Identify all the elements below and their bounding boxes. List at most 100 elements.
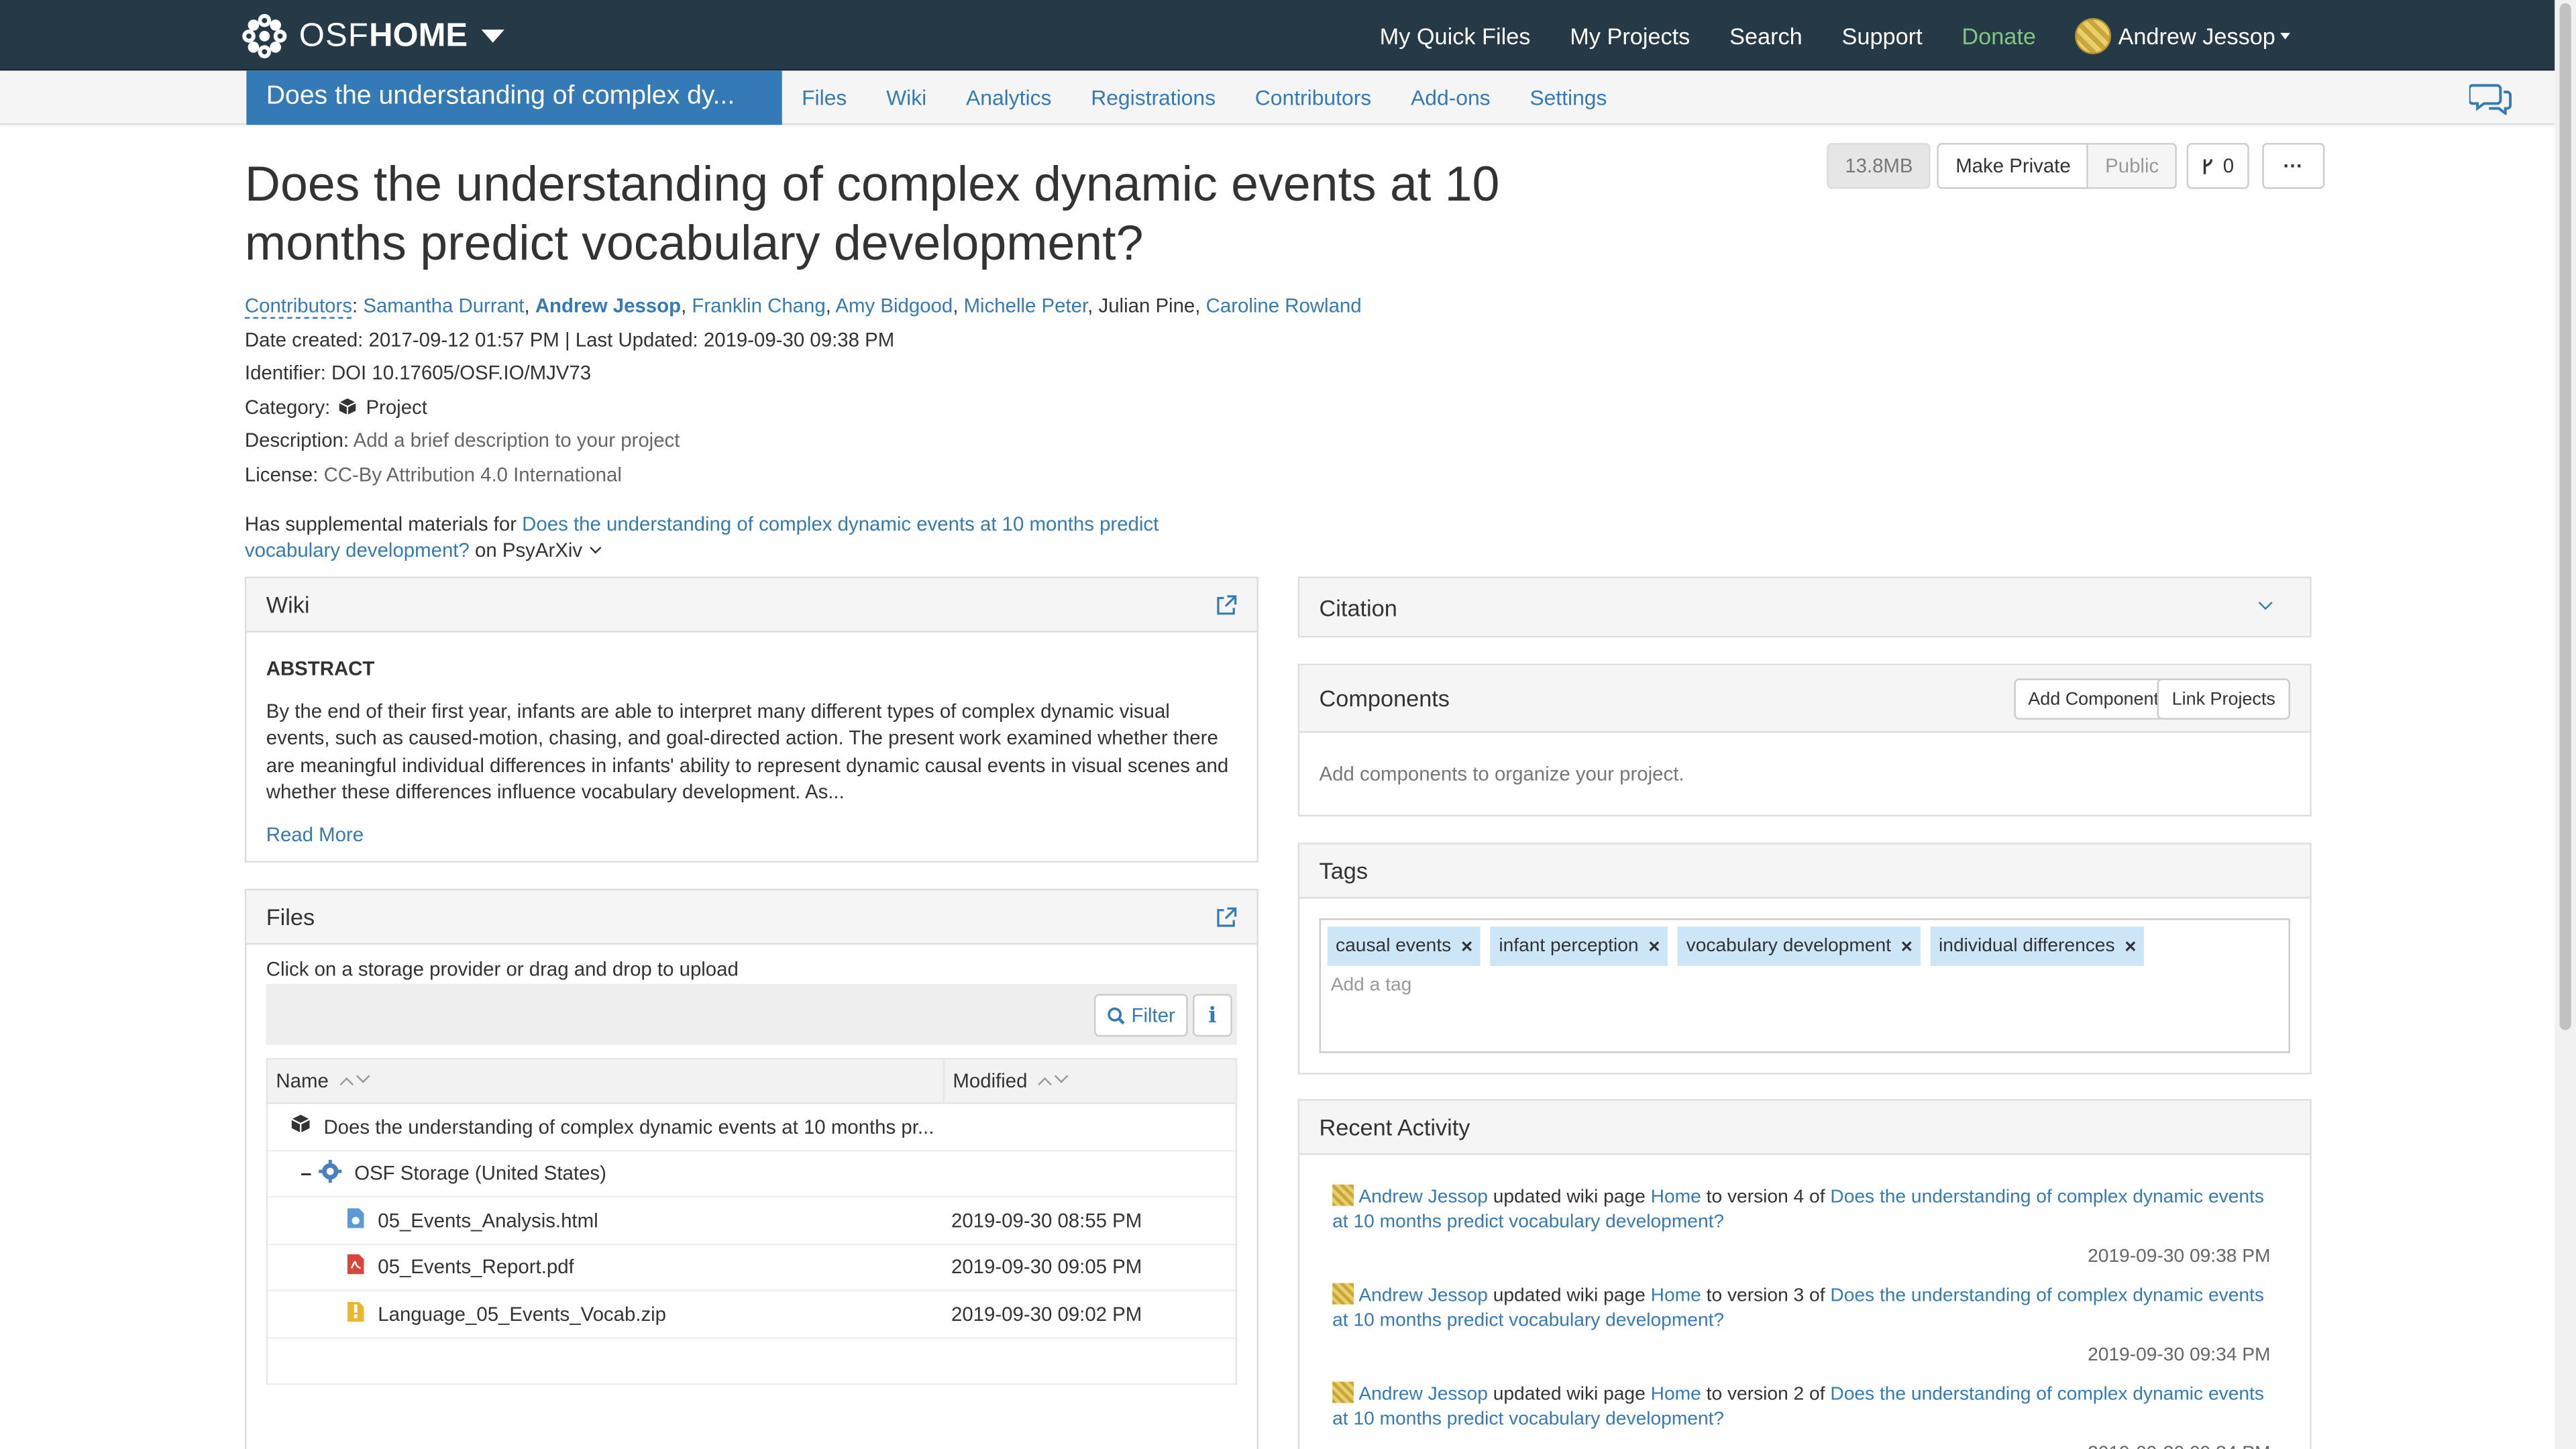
chevron-down-icon[interactable]: [590, 542, 602, 554]
read-more-link[interactable]: Read More: [266, 820, 364, 847]
sort-desc-icon[interactable]: [1055, 1068, 1069, 1083]
file-name: 05_Events_Analysis.html: [378, 1208, 598, 1232]
files-body: Click on a storage provider or drag and …: [246, 945, 1256, 1398]
external-link-icon[interactable]: [1216, 595, 1237, 616]
license-value[interactable]: CC-By Attribution 4.0 International: [324, 462, 622, 485]
tab-files[interactable]: Files: [782, 85, 867, 110]
more-options-button[interactable]: ···: [2261, 143, 2324, 189]
osf-home-brand[interactable]: OSF HOME: [240, 11, 504, 60]
contributors-row: Contributors: Samantha Durrant, Andrew J…: [244, 292, 1559, 326]
wiki-heading: Wiki: [266, 591, 310, 618]
components-panel-header: Components Add Component Link Projects: [1299, 665, 2310, 733]
remove-tag-icon[interactable]: ×: [1461, 934, 1472, 957]
citation-panel-header[interactable]: Citation: [1299, 578, 2310, 636]
remove-tag-icon[interactable]: ×: [2125, 934, 2136, 957]
user-menu[interactable]: Andrew Jessop: [2075, 17, 2290, 54]
supplemental-prefix: Has supplemental materials for: [244, 513, 517, 536]
tags-input-box[interactable]: causal events × infant perception × vocabu…: [1319, 918, 2290, 1053]
contributor-name[interactable]: Andrew Jessop: [535, 294, 681, 317]
add-component-button[interactable]: Add Component: [2013, 678, 2174, 720]
file-toolbar: Filter i: [266, 983, 1238, 1045]
collapse-toggle-icon[interactable]: –: [301, 1162, 311, 1185]
tag-chip: individual differences ×: [1930, 926, 2145, 967]
activity-user-link[interactable]: Andrew Jessop: [1358, 1287, 1488, 1306]
public-button[interactable]: Public: [2088, 143, 2178, 189]
brand-dropdown-caret-icon[interactable]: [480, 30, 504, 43]
user-menu-caret-icon: [2280, 32, 2290, 39]
remove-tag-icon[interactable]: ×: [1648, 934, 1660, 957]
add-tag-input[interactable]: [1327, 966, 1476, 1006]
external-link-icon[interactable]: [1216, 907, 1237, 928]
wiki-panel: Wiki ABSTRACT By the end of their first …: [244, 576, 1258, 863]
contributor-name[interactable]: Michelle Peter: [964, 294, 1088, 317]
file-row[interactable]: Does the understanding of complex dynami…: [268, 1104, 1236, 1151]
nav-support[interactable]: Support: [1842, 22, 1923, 48]
project-subnav: Does the understanding of complex dy... …: [0, 70, 2576, 125]
recent-activity-header: Recent Activity: [1299, 1100, 2310, 1155]
nav-my-projects[interactable]: My Projects: [1570, 22, 1690, 48]
supplemental-suffix: on PsyArXiv: [475, 539, 583, 562]
contributor-name[interactable]: Samantha Durrant: [363, 294, 524, 317]
contributor-name[interactable]: Franklin Chang: [692, 294, 825, 317]
make-private-button[interactable]: Make Private: [1937, 143, 2089, 189]
sort-asc-icon[interactable]: [339, 1076, 354, 1091]
nav-my-quick-files[interactable]: My Quick Files: [1380, 22, 1531, 48]
contributor-name[interactable]: Caroline Rowland: [1206, 294, 1362, 317]
tab-registrations[interactable]: Registrations: [1071, 85, 1236, 110]
contributors-label[interactable]: Contributors: [244, 294, 353, 319]
tab-settings[interactable]: Settings: [1510, 85, 1627, 110]
file-row[interactable]: Language_05_Events_Vocab.zip 2019-09-30 0…: [268, 1291, 1236, 1338]
tab-analytics[interactable]: Analytics: [947, 85, 1071, 110]
project-header-buttons: 13.8MB Make Private Public 0 ···: [1827, 143, 2324, 189]
citation-heading: Citation: [1319, 594, 1397, 621]
remove-tag-icon[interactable]: ×: [1901, 934, 1913, 957]
page-scrollbar[interactable]: [2555, 0, 2576, 1449]
activity-verb: updated wiki page: [1493, 1385, 1646, 1405]
file-row[interactable]: 05_Events_Report.pdf 2019-09-30 09:05 PM: [268, 1244, 1236, 1291]
description-editable[interactable]: Add a brief description to your project: [354, 429, 680, 451]
scrollbar-thumb[interactable]: [2559, 3, 2571, 1030]
abstract-title: ABSTRACT: [266, 657, 375, 680]
file-modified: 2019-09-30 09:05 PM: [951, 1255, 1142, 1279]
contributor-name[interactable]: Amy Bidgood: [835, 294, 953, 317]
filter-button[interactable]: Filter: [1094, 994, 1188, 1037]
dates-row: Date created: 2017-09-12 01:57 PM | Last…: [244, 327, 895, 351]
citation-panel: Citation: [1297, 576, 2312, 638]
brand-home-text: HOME: [369, 17, 468, 54]
tab-contributors[interactable]: Contributors: [1235, 85, 1391, 110]
activity-mid: to version 2 of: [1706, 1385, 1825, 1405]
tab-wiki[interactable]: Wiki: [867, 85, 947, 110]
nav-donate[interactable]: Donate: [1962, 22, 2036, 48]
subnav-project-title[interactable]: Does the understanding of complex dy...: [246, 70, 782, 125]
activity-page-link[interactable]: Home: [1651, 1287, 1701, 1306]
tag-chip: infant perception ×: [1491, 926, 1668, 967]
sort-desc-icon[interactable]: [356, 1068, 370, 1083]
chevron-down-icon[interactable]: [2258, 596, 2273, 610]
search-icon: [1107, 1006, 1124, 1024]
activity-user-link[interactable]: Andrew Jessop: [1358, 1385, 1488, 1405]
tab-add-ons[interactable]: Add-ons: [1391, 85, 1510, 110]
activity-user-link[interactable]: Andrew Jessop: [1358, 1188, 1488, 1208]
components-empty-text: Add components to organize your project.: [1319, 762, 1684, 786]
storage-size-badge: 13.8MB: [1827, 143, 1931, 189]
file-row[interactable]: – OSF Storage (United States): [268, 1151, 1236, 1198]
contributors-list: Samantha Durrant, Andrew Jessop, Frankli…: [363, 294, 1362, 317]
contributor-name: Julian Pine: [1098, 294, 1195, 317]
comments-icon[interactable]: [2469, 82, 2512, 115]
tag-label: individual differences: [1939, 936, 2115, 957]
nav-search[interactable]: Search: [1729, 22, 1803, 48]
activity-timestamp: 2019-09-30 09:34 PM: [2088, 1345, 2271, 1366]
fork-button[interactable]: 0: [2186, 143, 2249, 189]
tag-label: infant perception: [1499, 936, 1639, 957]
sort-asc-icon[interactable]: [1038, 1076, 1053, 1091]
files-panel: Files Click on a storage provider or dra…: [244, 888, 1258, 1449]
activity-page-link[interactable]: Home: [1651, 1385, 1701, 1405]
link-projects-button[interactable]: Link Projects: [2157, 678, 2290, 720]
modified-column-header: Modified: [945, 1068, 1069, 1093]
files-heading: Files: [266, 903, 315, 930]
info-button[interactable]: i: [1192, 994, 1232, 1037]
activity-page-link[interactable]: Home: [1651, 1188, 1701, 1208]
file-row[interactable]: 05_Events_Analysis.html 2019-09-30 08:55 …: [268, 1197, 1236, 1245]
project-meta: Contributors: Samantha Durrant, Andrew J…: [244, 292, 1559, 494]
category-label: Category:: [244, 394, 331, 419]
